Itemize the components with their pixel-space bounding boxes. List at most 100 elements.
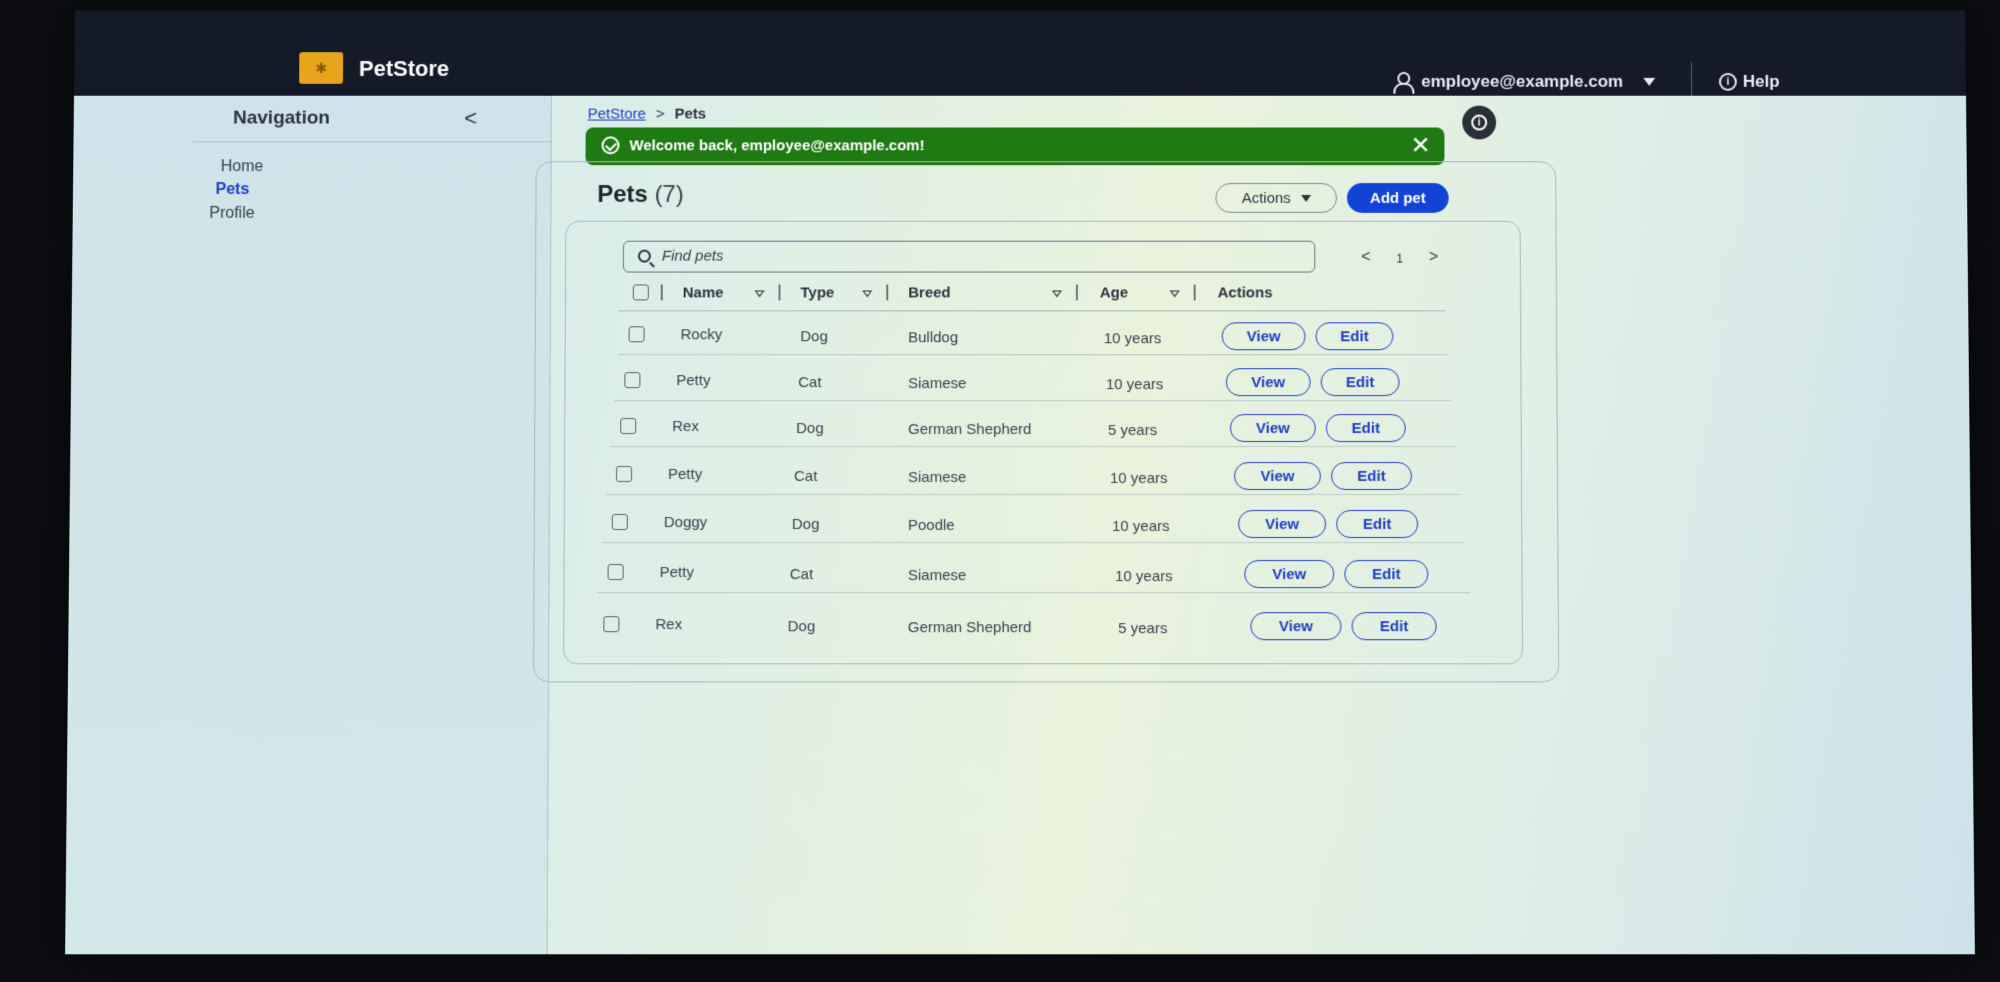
cell-breed: Poodle <box>907 517 955 535</box>
info-icon: i <box>1718 72 1737 91</box>
cell-type: Dog <box>796 420 824 438</box>
cell-breed: German Shepherd <box>908 421 1032 439</box>
header-divider <box>618 310 1446 312</box>
row-divider <box>605 493 1461 495</box>
nav-divider <box>193 141 552 143</box>
sort-breed-icon[interactable] <box>1051 290 1062 298</box>
column-separator <box>886 284 888 301</box>
cell-type: Dog <box>787 618 816 636</box>
actions-label: Actions <box>1241 189 1291 207</box>
cell-type: Cat <box>798 374 822 392</box>
cell-breed: Siamese <box>907 567 967 585</box>
edit-button[interactable]: Edit <box>1351 612 1437 641</box>
view-button[interactable]: View <box>1250 612 1342 641</box>
actions-dropdown-button[interactable]: Actions <box>1215 183 1338 213</box>
row-checkbox[interactable] <box>611 514 628 531</box>
cell-breed: Bulldog <box>908 329 959 347</box>
next-page-button[interactable]: > <box>1429 249 1438 267</box>
sort-type-icon[interactable] <box>862 290 873 298</box>
cell-age: 10 years <box>1115 568 1173 586</box>
view-button[interactable]: View <box>1238 509 1327 539</box>
prev-page-button[interactable]: < <box>1361 249 1370 267</box>
column-header-age[interactable]: Age <box>1100 284 1128 301</box>
breadcrumb-separator: > <box>655 105 665 123</box>
row-checkbox[interactable] <box>620 418 637 435</box>
select-all-checkbox[interactable] <box>632 284 649 301</box>
search-box[interactable] <box>622 240 1316 273</box>
side-navigation: Navigation < Home Pets Profile <box>65 95 552 955</box>
header-divider <box>1690 62 1693 96</box>
collapse-nav-button[interactable]: < <box>464 106 477 132</box>
cell-name: Petty <box>667 466 703 483</box>
pets-count: (7) <box>654 181 684 208</box>
row-divider <box>610 446 1456 448</box>
current-page[interactable]: 1 <box>1396 249 1403 267</box>
breadcrumb-home-link[interactable]: PetStore <box>588 106 646 123</box>
add-pet-button[interactable]: Add pet <box>1346 183 1449 213</box>
user-email: employee@example.com <box>1421 71 1624 91</box>
row-divider <box>597 592 1471 594</box>
top-bar: ✱ PetStore employee@example.com i Help <box>73 10 1967 96</box>
cell-age: 10 years <box>1105 376 1164 394</box>
close-alert-button[interactable]: ✕ <box>1410 131 1430 160</box>
pagination: < 1 > <box>1361 249 1438 267</box>
row-checkbox[interactable] <box>628 326 645 343</box>
row-checkbox[interactable] <box>615 466 633 482</box>
column-header-breed[interactable]: Breed <box>908 284 950 301</box>
paw-icon: ✱ <box>315 59 328 76</box>
success-alert: Welcome back, employee@example.com! ✕ <box>585 127 1445 166</box>
cell-type: Cat <box>793 468 818 485</box>
view-button[interactable]: View <box>1244 560 1335 589</box>
nav-item-profile[interactable]: Profile <box>209 205 254 223</box>
breadcrumb-current: Pets <box>674 105 707 123</box>
cell-name: Rex <box>672 418 699 436</box>
page-title-text: Pets <box>597 181 648 208</box>
brand-name[interactable]: PetStore <box>359 56 449 82</box>
row-divider <box>614 400 1452 402</box>
view-button[interactable]: View <box>1221 322 1306 351</box>
row-checkbox[interactable] <box>607 564 624 581</box>
alert-message: Welcome back, employee@example.com! <box>629 137 925 155</box>
cell-age: 5 years <box>1118 620 1168 638</box>
nav-item-pets[interactable]: Pets <box>215 181 249 199</box>
breadcrumb: PetStore > Pets <box>588 106 706 123</box>
caret-down-icon <box>1300 194 1311 202</box>
edit-button[interactable]: Edit <box>1344 560 1429 589</box>
check-circle-icon <box>601 136 620 155</box>
cell-age: 5 years <box>1107 422 1158 440</box>
row-checkbox[interactable] <box>603 616 620 633</box>
cell-name: Doggy <box>663 514 708 532</box>
edit-button[interactable]: Edit <box>1320 368 1400 397</box>
chevron-down-icon <box>1642 77 1655 86</box>
column-header-name[interactable]: Name <box>683 284 724 301</box>
edit-button[interactable]: Edit <box>1315 322 1394 351</box>
nav-item-home[interactable]: Home <box>221 158 264 176</box>
cell-breed: German Shepherd <box>907 619 1032 637</box>
cell-name: Petty <box>659 564 694 582</box>
sort-name-icon[interactable] <box>754 290 765 298</box>
edit-button[interactable]: Edit <box>1336 509 1419 539</box>
cell-breed: Siamese <box>908 375 967 393</box>
nav-title: Navigation <box>233 107 330 129</box>
row-checkbox[interactable] <box>624 372 641 389</box>
sort-age-icon[interactable] <box>1169 290 1180 298</box>
search-input[interactable] <box>661 247 1261 265</box>
user-menu[interactable]: employee@example.com <box>1393 72 1655 92</box>
cell-name: Rocky <box>680 326 723 344</box>
view-button[interactable]: View <box>1229 414 1316 443</box>
column-header-actions: Actions <box>1217 284 1273 302</box>
cell-type: Dog <box>791 516 820 534</box>
info-button[interactable]: i <box>1462 105 1497 140</box>
column-separator <box>660 284 663 301</box>
cell-type: Dog <box>800 328 828 346</box>
view-button[interactable]: View <box>1233 462 1322 490</box>
edit-button[interactable]: Edit <box>1330 462 1413 490</box>
help-link[interactable]: i Help <box>1718 71 1780 92</box>
edit-button[interactable]: Edit <box>1325 414 1406 443</box>
column-header-type[interactable]: Type <box>800 284 834 301</box>
view-button[interactable]: View <box>1225 368 1311 397</box>
info-icon: i <box>1471 114 1488 131</box>
petstore-logo[interactable]: ✱ <box>299 52 344 84</box>
search-icon <box>637 249 651 263</box>
help-label: Help <box>1742 71 1780 91</box>
